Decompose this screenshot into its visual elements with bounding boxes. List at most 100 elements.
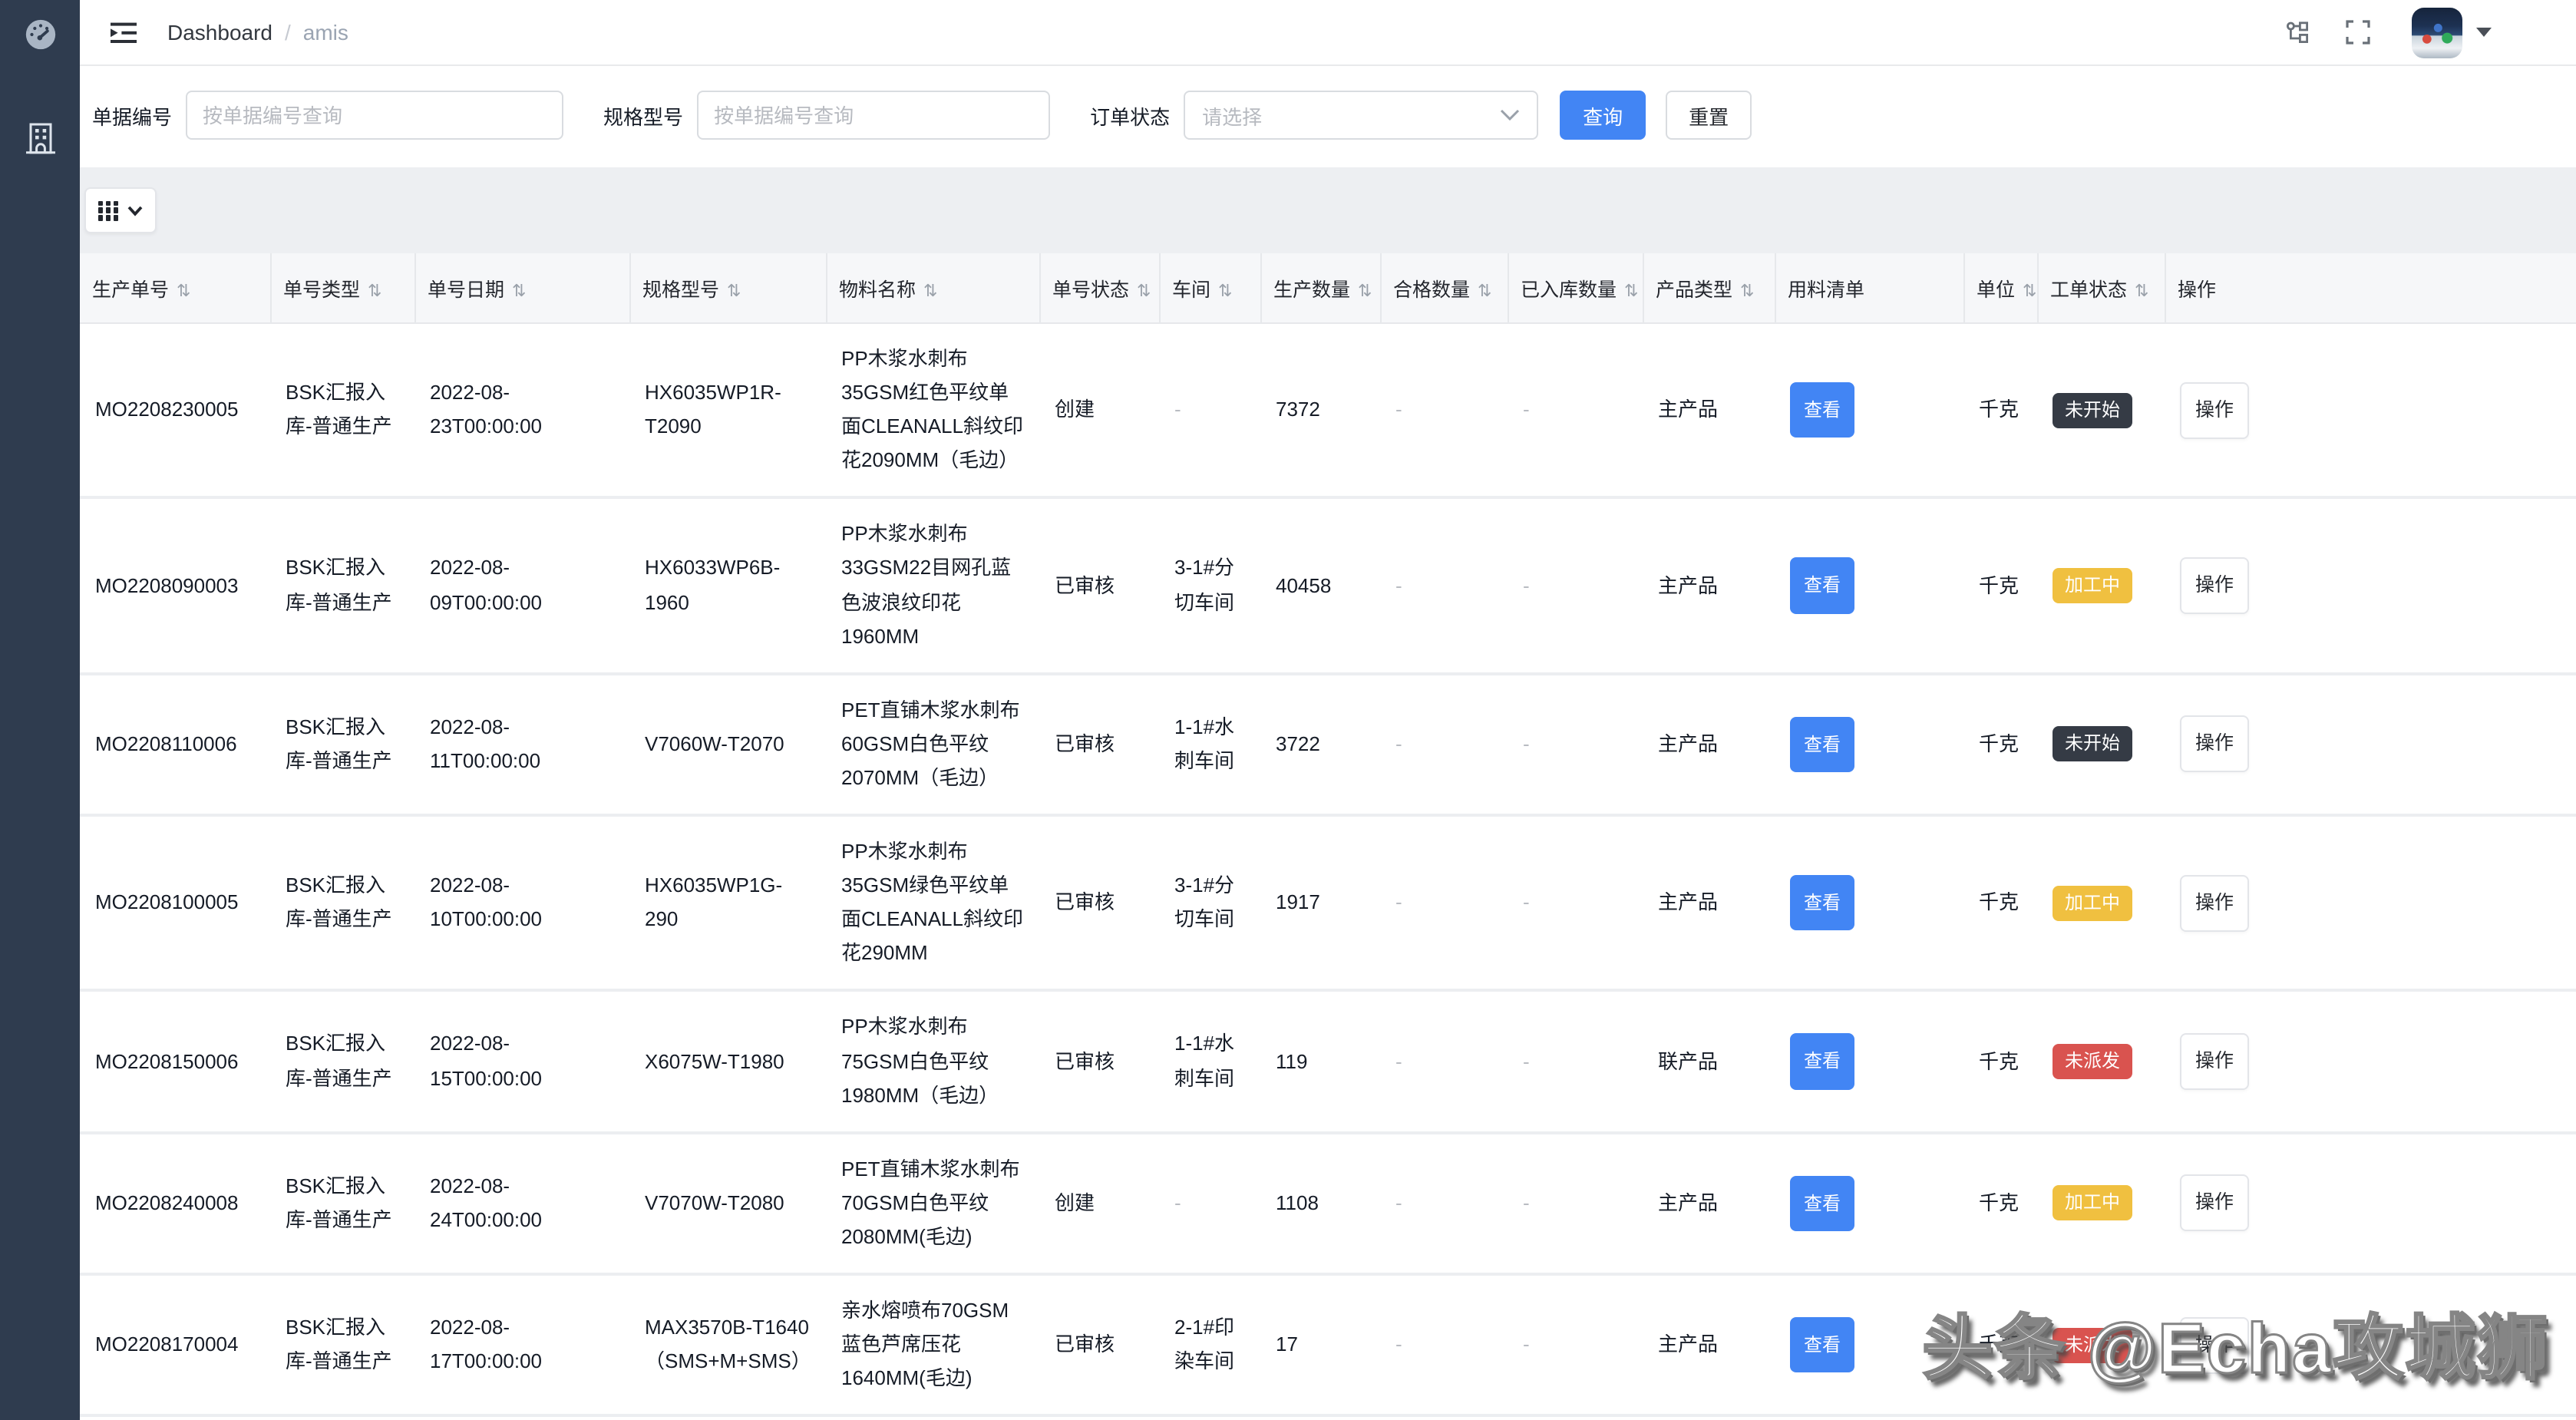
sort-icon[interactable]: ⇅ <box>368 282 381 301</box>
table-body: MO2208230005BSK汇报入库-普通生产2022-08-23T00:00… <box>80 323 2576 1420</box>
cell-production_no: MO2208170004 <box>80 1274 270 1416</box>
cell-work_status: 未派发 <box>2037 991 2165 1133</box>
table-row: MO2208230005BSK汇报入库-普通生产2022-08-23T00:00… <box>80 323 2576 498</box>
cell-work_status: 未派发 <box>2037 1274 2165 1416</box>
cell-spec_model: MAX3570B-T1640（SMS+M+SMS） <box>629 1274 826 1416</box>
sort-icon[interactable]: ⇅ <box>1478 282 1491 301</box>
caret-down-icon[interactable] <box>2476 28 2492 37</box>
column-header-stored_qty[interactable]: 已入库数量 ⇅ <box>1508 253 1643 323</box>
cell-spec_model: X6075W-T1980 <box>629 991 826 1133</box>
sort-icon[interactable]: ⇅ <box>2023 282 2036 301</box>
column-header-order_type[interactable]: 单号类型 ⇅ <box>270 253 414 323</box>
column-header-bom: 用料清单 <box>1775 253 1963 323</box>
row-action-button[interactable]: 操作 <box>2180 1316 2249 1373</box>
company-building-icon[interactable] <box>21 120 58 157</box>
breadcrumb-separator: / <box>285 20 291 45</box>
search-button[interactable]: 查询 <box>1560 91 1646 140</box>
filter-bar: 单据编号 规格型号 订单状态 请选择 查询 重置 <box>80 66 2576 167</box>
view-bom-button[interactable]: 查看 <box>1790 875 1854 931</box>
view-bom-button[interactable]: 查看 <box>1790 1034 1854 1090</box>
sort-icon[interactable]: ⇅ <box>1740 282 1754 301</box>
sort-icon[interactable]: ⇅ <box>727 282 741 301</box>
column-label: 已入库数量 <box>1521 279 1617 301</box>
cell-bom: 查看 <box>1775 323 1963 498</box>
column-header-material_name[interactable]: 物料名称⇅ <box>826 253 1039 323</box>
cell-order_status: 已审核 <box>1039 674 1159 816</box>
fullscreen-icon[interactable] <box>2346 19 2372 45</box>
app-window: Dashboard/amis <box>0 0 2576 1420</box>
view-bom-button[interactable]: 查看 <box>1790 716 1854 772</box>
work-status-badge: 加工中 <box>2053 568 2132 603</box>
row-action-button[interactable]: 操作 <box>2180 1033 2249 1090</box>
column-header-order_date[interactable]: 单号日期⇅ <box>414 253 629 323</box>
breadcrumb-dashboard[interactable]: Dashboard <box>167 20 272 45</box>
cell-order_status: 已审核 <box>1039 1274 1159 1416</box>
column-header-work_status[interactable]: 工单状态⇅ <box>2037 253 2165 323</box>
cell-order_type: BSK汇报入库-普通生产 <box>270 674 414 816</box>
cell-order_date: 2022-08-17T00:00:00 <box>414 1274 629 1416</box>
doc-no-input[interactable] <box>186 91 563 140</box>
work-status-badge: 未派发 <box>2053 1044 2132 1079</box>
doc-no-label: 单据编号 <box>92 101 172 130</box>
table-row: MO2208150006BSK汇报入库-普通生产2022-08-15T00:00… <box>80 991 2576 1133</box>
columns-toggle-button[interactable] <box>84 187 157 233</box>
row-action-button[interactable]: 操作 <box>2180 1175 2249 1232</box>
view-bom-button[interactable]: 查看 <box>1790 382 1854 438</box>
row-action-button[interactable]: 操作 <box>2180 874 2249 931</box>
sort-icon[interactable]: ⇅ <box>1624 282 1638 301</box>
column-label: 用料清单 <box>1788 279 1864 301</box>
cell-order_date: 2022-08-24T00:00:00 <box>414 1132 629 1274</box>
cell-material_name: 亲水熔喷布70GSM蓝色芦席压花1640MM(毛边) <box>826 1274 1039 1416</box>
sort-icon[interactable]: ⇅ <box>1218 282 1232 301</box>
column-label: 产品类型 <box>1656 279 1732 301</box>
view-bom-button[interactable]: 查看 <box>1790 1175 1854 1231</box>
sort-icon[interactable]: ⇅ <box>2135 282 2148 301</box>
column-header-order_status[interactable]: 单号状态⇅ <box>1039 253 1159 323</box>
column-header-production_qty[interactable]: 生产数量⇅ <box>1260 253 1380 323</box>
row-action-button[interactable]: 操作 <box>2180 557 2249 614</box>
gauge-dashboard-icon[interactable] <box>21 15 58 52</box>
table-row: MO2208240008BSK汇报入库-普通生产2022-08-24T00:00… <box>80 1132 2576 1274</box>
column-header-workshop[interactable]: 车间⇅ <box>1159 253 1260 323</box>
cell-material_name: PP木浆水刺布33GSM22目网孔蓝色波浪纹印花1960MM <box>826 498 1039 674</box>
cell-workshop: - <box>1159 1132 1260 1274</box>
column-header-spec_model[interactable]: 规格型号 ⇅ <box>629 253 826 323</box>
column-label: 单号类型 <box>283 279 360 301</box>
order-status-select[interactable]: 请选择 <box>1184 91 1538 140</box>
collapse-menu-icon[interactable] <box>111 21 138 44</box>
column-label: 规格型号 <box>642 279 719 301</box>
cell-action: 操作 <box>2165 498 2576 674</box>
cell-qualified_qty: - <box>1380 323 1508 498</box>
sort-icon[interactable]: ⇅ <box>1358 282 1372 301</box>
sort-icon[interactable]: ⇅ <box>177 282 190 301</box>
topbar: Dashboard/amis <box>80 0 2576 66</box>
column-header-product_type[interactable]: 产品类型 ⇅ <box>1643 253 1775 323</box>
chevron-down-icon <box>127 205 143 216</box>
column-header-action: 操作 <box>2165 253 2576 323</box>
cell-qualified_qty: - <box>1380 815 1508 991</box>
sitemap-icon[interactable] <box>2286 19 2312 45</box>
column-header-qualified_qty[interactable]: 合格数量⇅ <box>1380 253 1508 323</box>
sort-icon[interactable]: ⇅ <box>923 282 937 301</box>
row-action-button[interactable]: 操作 <box>2180 381 2249 438</box>
avatar[interactable] <box>2412 7 2462 58</box>
cell-workshop: 1-1#水刺车间 <box>1159 1416 1260 1420</box>
cell-bom: 查看 <box>1775 815 1963 991</box>
cell-order_status: 创建 <box>1039 1132 1159 1274</box>
cell-order_type: BSK汇报入库-普通生产 <box>270 1416 414 1420</box>
column-header-unit[interactable]: 单位⇅ <box>1963 253 2037 323</box>
sort-icon[interactable]: ⇅ <box>512 282 526 301</box>
cell-product_type: 主产品 <box>1643 1132 1775 1274</box>
view-bom-button[interactable]: 查看 <box>1790 1317 1854 1373</box>
column-header-production_no[interactable]: 生产单号⇅ <box>80 253 270 323</box>
reset-button[interactable]: 重置 <box>1666 91 1752 140</box>
spec-model-input[interactable] <box>697 91 1050 140</box>
sort-icon[interactable]: ⇅ <box>1137 282 1151 301</box>
work-status-badge: 未开始 <box>2053 727 2132 762</box>
row-action-button[interactable]: 操作 <box>2180 716 2249 773</box>
cell-stored_qty: - <box>1508 674 1643 816</box>
work-status-badge: 未派发 <box>2053 1327 2132 1362</box>
view-bom-button[interactable]: 查看 <box>1790 558 1854 614</box>
topbar-actions <box>2252 7 2492 58</box>
cell-qualified_qty: - <box>1380 991 1508 1133</box>
